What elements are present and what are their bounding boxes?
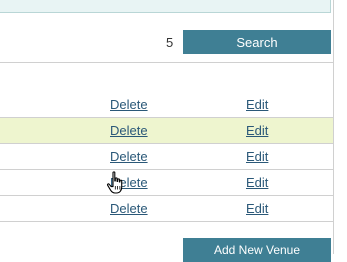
delete-link[interactable]: Delete (110, 123, 148, 138)
delete-link[interactable]: Delete (110, 201, 148, 216)
edit-link[interactable]: Edit (246, 149, 268, 164)
hand-pointer-icon (106, 171, 123, 194)
content-right-border (333, 0, 334, 254)
delete-link[interactable]: Delete (110, 149, 148, 164)
edit-link[interactable]: Edit (246, 175, 268, 190)
results-count: 5 (166, 35, 174, 50)
delete-link[interactable]: Delete (110, 97, 148, 112)
table-row: Delete Edit (0, 144, 333, 170)
section-divider (0, 62, 333, 63)
add-new-venue-button[interactable]: Add New Venue (183, 238, 331, 262)
edit-link[interactable]: Edit (246, 201, 268, 216)
table-row: Delete Edit (0, 196, 333, 222)
table-row: Delete Edit (0, 170, 333, 196)
edit-link[interactable]: Edit (246, 123, 268, 138)
venue-table: Delete Edit Delete Edit Delete Edit Dele… (0, 92, 333, 222)
search-button[interactable]: Search (183, 30, 331, 54)
edit-link[interactable]: Edit (246, 97, 268, 112)
top-panel (0, 0, 331, 13)
table-row: Delete Edit (0, 118, 333, 144)
table-row: Delete Edit (0, 92, 333, 118)
